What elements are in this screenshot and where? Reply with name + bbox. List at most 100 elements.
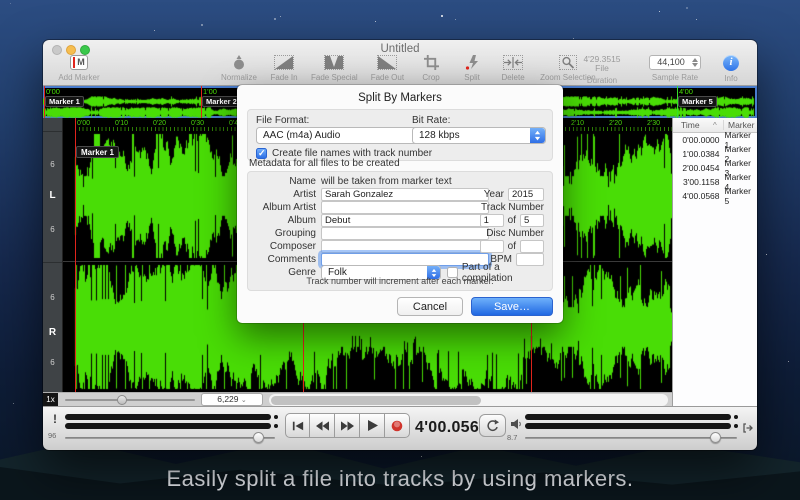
name-label: Name [254,176,316,187]
toolbar-item-split[interactable]: Split [458,55,486,82]
delete-icon [503,55,523,70]
marker-chip[interactable]: Marker 1 [45,96,84,107]
add-marker-button[interactable]: M Add Marker [51,55,107,82]
ruler-label: 2'10 [571,120,584,127]
zoom-slider[interactable] [65,399,195,401]
bit-rate-select[interactable]: 128 kbps [412,127,546,144]
zoom-value-dropdown[interactable]: 6,229 ⌄ [201,393,263,406]
output-gain-value: 8.7 [507,433,517,442]
loop-icon [486,419,499,432]
fast-forward-button[interactable] [335,413,360,438]
db-scale-label: 6 [43,160,62,169]
speaker-icon [511,416,522,434]
artist-field[interactable] [321,188,489,201]
dialog-title: Split By Markers [237,85,563,104]
record-icon [391,420,403,432]
metadata-group: Name will be taken from marker text Arti… [247,171,553,291]
toolbar-item-delete[interactable]: Delete [499,55,527,82]
disc-number-to-field[interactable] [520,240,544,253]
composer-field[interactable] [321,240,489,253]
input-gain-value: 96 [48,431,56,440]
bpm-field[interactable] [516,253,544,266]
toolbar-item-fade-special[interactable]: Fade Special [311,55,358,82]
input-volume-thumb[interactable] [253,432,264,443]
disc-number-from-field[interactable] [480,240,504,253]
track-number-label: Track Number [481,202,544,213]
ruler-label: 0'10 [115,120,128,127]
info-button[interactable]: i Info [713,55,749,83]
window-title: Untitled [43,43,757,55]
album-artist-field[interactable] [321,201,489,214]
split-icon [465,55,479,70]
channel-gutter: 6 L 6 6 R 6 [43,118,63,392]
dialog-note: Track number will increment after each m… [248,276,552,286]
grouping-field[interactable] [321,227,489,240]
sort-ascending-icon: ^ [713,121,723,130]
stepper-arrows-icon [692,58,698,67]
disc-number-label: Disc Number [486,228,544,239]
go-to-start-button[interactable] [285,413,310,438]
skip-back-icon [292,421,304,431]
fast-forward-icon [341,421,354,431]
scrollbar-thumb[interactable] [271,396,481,405]
cancel-button[interactable]: Cancel [397,297,463,316]
marker-chip[interactable]: Marker 1 [76,146,119,158]
save-button[interactable]: Save… [471,297,553,316]
right-channel-label: R [43,327,62,338]
fade-out-icon [377,55,397,70]
input-volume-slider[interactable] [65,437,275,439]
ruler-label: 2'20 [609,120,622,127]
sample-rate-label: Sample Rate [645,73,705,82]
marker-chip[interactable]: Marker 2 [202,96,241,107]
overview-time-label: 1'00 [203,87,217,96]
toolbar-item-crop[interactable]: Crop [417,55,445,82]
rewind-button[interactable] [310,413,335,438]
overview-time-label: 0'00 [46,87,60,96]
toolbar-item-normalize[interactable]: Normalize [221,55,257,82]
markers-panel: Time ^ Marker 0'00.0000 Marker 1 1'00.03… [672,118,757,406]
file-format-value: AAC (m4a) Audio [263,130,340,141]
ruler-label: 2'30 [647,120,660,127]
zoom-1x-label: 1x [43,393,58,406]
add-marker-label: Add Marker [51,73,107,82]
record-button[interactable] [385,413,410,438]
loop-button[interactable] [479,414,506,437]
fade-in-icon [274,55,294,70]
marker-column-header[interactable]: Marker [723,120,757,130]
play-button[interactable] [360,413,385,438]
overview-time-label: 4'00 [679,87,693,96]
toolbar-item-fade-out[interactable]: Fade Out [371,55,404,82]
horizontal-scrollbar[interactable] [269,394,668,406]
left-channel-label: L [43,190,62,201]
zoom-bar: 1x 6,229 ⌄ [43,392,672,406]
disc-of-label: of [508,241,516,252]
sample-rate-value: 44,100 [657,57,685,67]
track-of-label: of [508,215,516,226]
sample-rate-stepper[interactable]: 44,100 [649,55,701,70]
db-scale-label: 6 [43,225,62,234]
marker-chip[interactable]: Marker 5 [678,96,717,107]
bit-rate-value: 128 kbps [419,130,460,141]
artist-label: Artist [254,189,316,200]
track-number-to-field[interactable] [520,214,544,227]
year-field[interactable] [508,188,544,201]
title-bar: Untitled M Add Marker Normalize [43,40,757,86]
bpm-label: BPM [490,254,512,265]
popup-arrows-icon [530,128,545,143]
album-field[interactable] [321,214,489,227]
time-column-header[interactable]: Time [673,120,713,130]
info-label: Info [713,74,749,83]
crop-icon [424,55,439,70]
album-artist-label: Album Artist [254,202,316,213]
file-format-label: File Format: [256,115,309,126]
split-by-markers-dialog: Split By Markers File Format: AAC (m4a) … [237,85,563,323]
output-volume-slider[interactable] [525,437,737,439]
input-meter-bottom [65,423,271,429]
toolbar-item-fade-in[interactable]: Fade In [270,55,298,82]
album-label: Album [254,215,316,226]
zoom-slider-thumb[interactable] [117,395,127,405]
output-route-icon[interactable] [743,420,753,438]
output-volume-thumb[interactable] [710,432,721,443]
table-row[interactable]: 4'00.0568 Marker 5 [673,189,757,203]
track-number-from-field[interactable] [480,214,504,227]
